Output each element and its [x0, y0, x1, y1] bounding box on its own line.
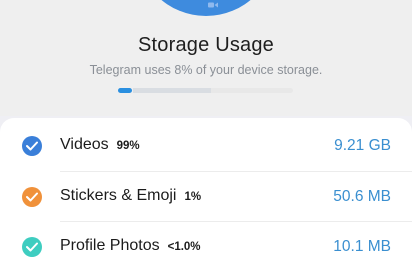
- category-label: Stickers & Emoji 1%: [60, 187, 201, 205]
- category-row-stickers[interactable]: Stickers & Emoji 1% 50.6 MB: [0, 172, 412, 222]
- check-icon: [26, 141, 38, 151]
- category-row-profile-photos[interactable]: Profile Photos <1.0% 10.1 MB: [0, 222, 412, 272]
- storage-subtitle: Telegram uses 8% of your device storage.: [89, 63, 323, 77]
- category-label: Videos 99%: [60, 136, 140, 154]
- category-percent: <1.0%: [167, 241, 201, 253]
- category-percent: 1%: [184, 191, 202, 203]
- category-name: Stickers & Emoji: [60, 187, 177, 204]
- category-label: Profile Photos <1.0%: [60, 237, 201, 255]
- usage-bar-track: [211, 88, 293, 93]
- videos-checkbox[interactable]: [22, 136, 42, 156]
- category-size: 50.6 MB: [333, 188, 391, 205]
- storage-categories-list: Videos 99% 9.21 GB Stickers & Emoji 1% 50.…: [0, 118, 412, 280]
- category-percent: 99%: [116, 140, 140, 152]
- category-name: Videos: [60, 136, 109, 153]
- usage-bar-track-light: [133, 88, 211, 93]
- storage-header: Storage Usage Telegram uses 8% of your d…: [0, 0, 412, 116]
- category-size: 10.1 MB: [333, 238, 391, 255]
- category-size: 9.21 GB: [334, 137, 391, 154]
- page-title: Storage Usage: [137, 34, 275, 56]
- storage-usage-bar: [118, 88, 293, 93]
- category-row-videos[interactable]: Videos 99% 9.21 GB: [0, 121, 412, 171]
- storage-pie-chart: [136, 0, 276, 16]
- usage-bar-fill: [118, 88, 132, 93]
- check-icon: [26, 192, 38, 202]
- video-camera-icon: [208, 2, 218, 8]
- check-icon: [26, 242, 38, 252]
- profile-photos-checkbox[interactable]: [22, 237, 42, 257]
- stickers-checkbox[interactable]: [22, 187, 42, 207]
- category-name: Profile Photos: [60, 237, 160, 254]
